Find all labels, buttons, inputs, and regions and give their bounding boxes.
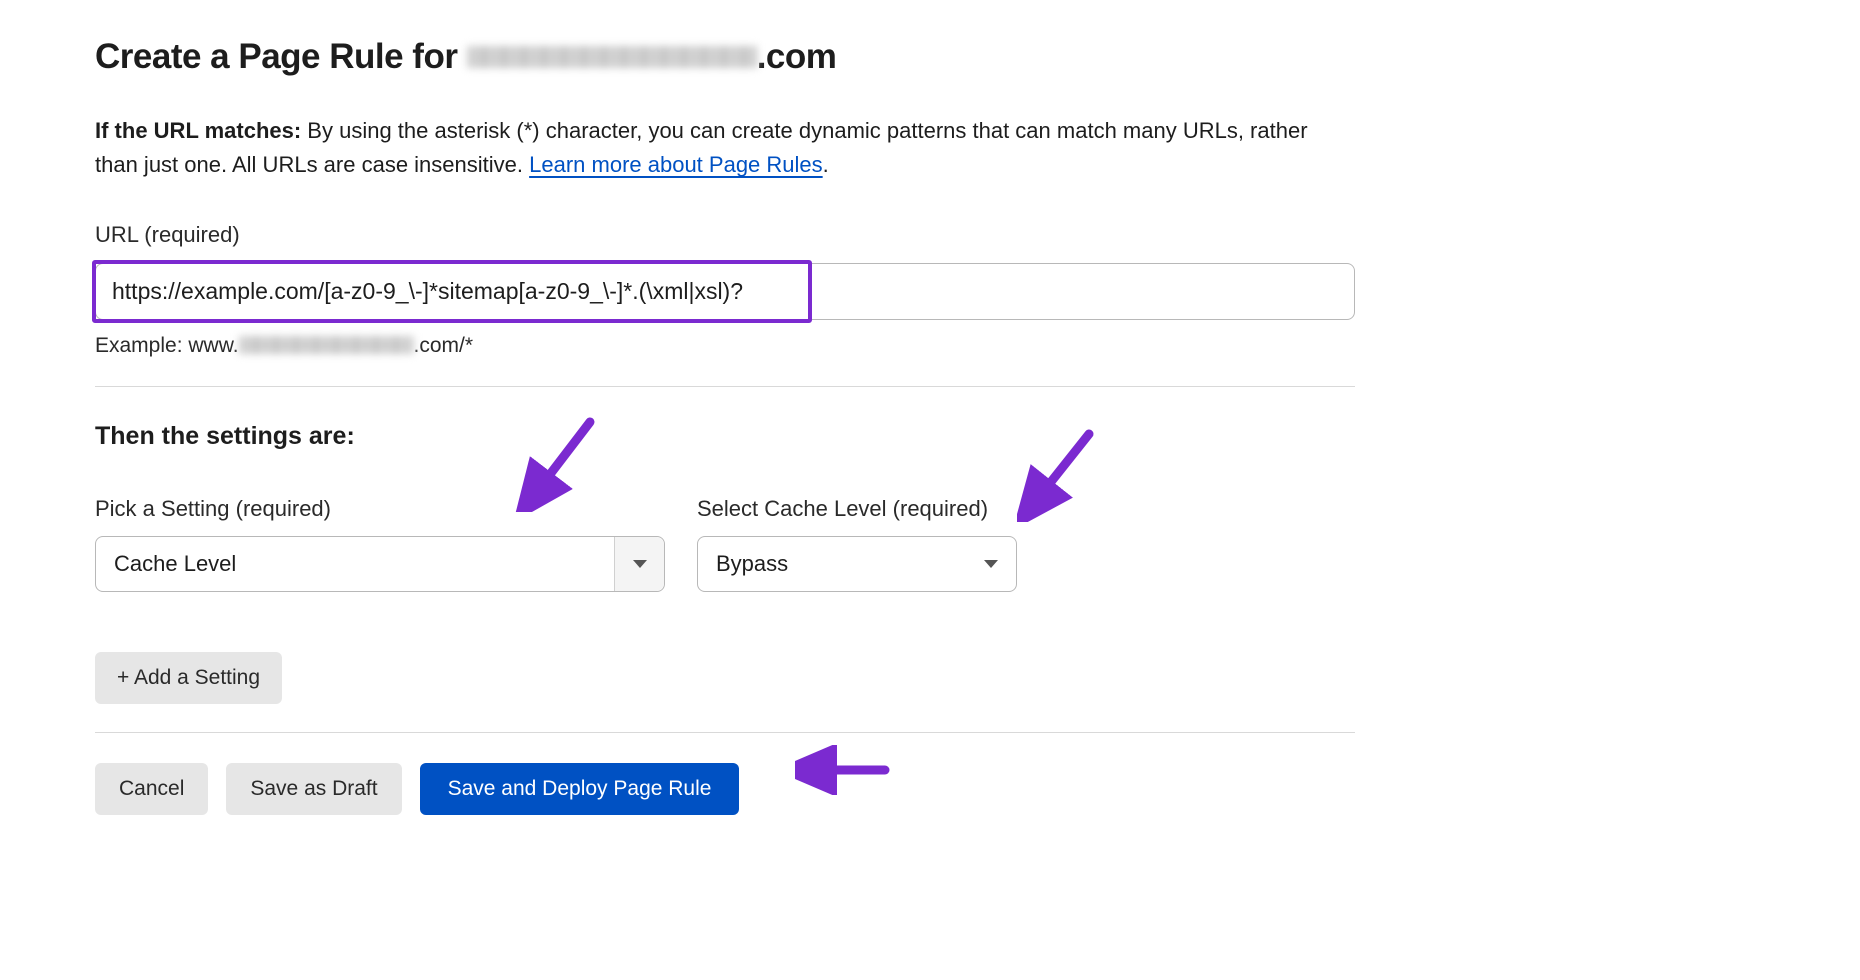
example-prefix: Example: www.	[95, 334, 239, 357]
divider	[95, 386, 1355, 387]
url-label: URL (required)	[95, 218, 1355, 252]
save-draft-button[interactable]: Save as Draft	[226, 763, 401, 815]
example-suffix: .com/*	[414, 334, 474, 357]
save-deploy-button[interactable]: Save and Deploy Page Rule	[420, 763, 740, 815]
url-example: Example: www. .com/*	[95, 330, 1355, 363]
pick-setting-label: Pick a Setting (required)	[95, 492, 665, 526]
page-title: Create a Page Rule for .com	[95, 30, 1355, 84]
add-setting-button[interactable]: + Add a Setting	[95, 652, 282, 704]
learn-more-link[interactable]: Learn more about Page Rules	[529, 152, 823, 177]
intro-period: .	[823, 152, 829, 177]
arrow-annotation-icon	[795, 745, 895, 805]
pick-setting-select[interactable]: Cache Level	[95, 536, 665, 592]
chevron-down-icon	[966, 537, 1016, 591]
cache-level-value: Bypass	[698, 547, 966, 581]
cache-level-label: Select Cache Level (required)	[697, 492, 1017, 526]
title-prefix: Create a Page Rule for	[95, 37, 467, 76]
cancel-button[interactable]: Cancel	[95, 763, 208, 815]
intro-bold: If the URL matches:	[95, 118, 301, 143]
pick-setting-value: Cache Level	[96, 547, 614, 581]
obscured-example-domain	[239, 336, 414, 354]
chevron-down-icon	[614, 537, 664, 591]
divider	[95, 732, 1355, 733]
obscured-domain	[467, 46, 757, 68]
domain-suffix: .com	[757, 37, 837, 76]
url-input[interactable]	[95, 263, 1355, 320]
settings-heading: Then the settings are:	[95, 417, 1355, 456]
cache-level-select[interactable]: Bypass	[697, 536, 1017, 592]
intro-text: If the URL matches: By using the asteris…	[95, 114, 1355, 182]
